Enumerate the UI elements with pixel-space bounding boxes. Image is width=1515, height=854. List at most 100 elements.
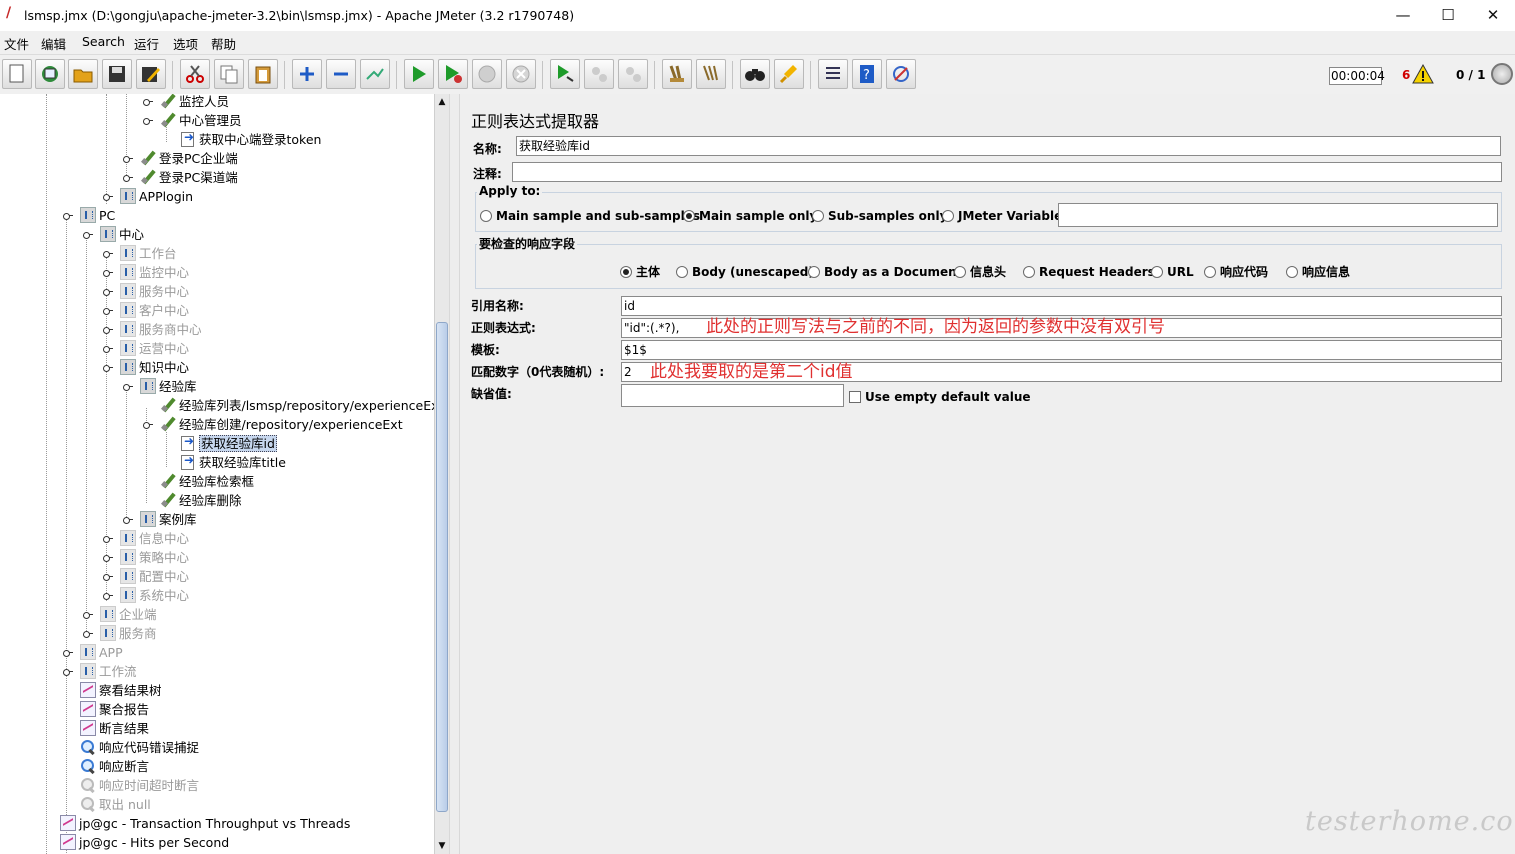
tree-node[interactable]: 经验库列表/lsmsp/repository/experienceExt <box>160 396 434 415</box>
tree-expander-icon[interactable] <box>103 572 113 581</box>
collapse-all-icon[interactable] <box>326 59 356 89</box>
tree-node[interactable]: 企业端 <box>100 605 157 624</box>
tree-node[interactable]: jp@gc - Hits per Second <box>60 833 229 852</box>
tree-node[interactable]: 获取中心端登录token <box>180 128 321 149</box>
tree-expander-icon[interactable] <box>103 249 113 258</box>
scroll-up-icon[interactable]: ▲ <box>435 95 449 109</box>
tree-node[interactable]: 服务商中心 <box>120 320 202 339</box>
tree-node[interactable]: 取出 null <box>80 795 151 814</box>
menu-edit[interactable]: 编辑 <box>41 34 66 53</box>
warning-icon[interactable] <box>1412 64 1434 84</box>
radio-body-as-document[interactable]: Body as a Document <box>808 264 962 280</box>
radio-url[interactable]: URL <box>1151 264 1194 280</box>
tree-node[interactable]: 经验库检索框 <box>160 472 254 491</box>
tree-expander-icon[interactable] <box>143 420 153 429</box>
shutdown-icon[interactable] <box>506 59 536 89</box>
tree-expander-icon[interactable] <box>103 268 113 277</box>
tree-node[interactable]: 察看结果树 <box>80 681 162 700</box>
menu-run[interactable]: 运行 <box>134 34 159 53</box>
templates-icon[interactable] <box>35 59 65 89</box>
tree-node[interactable]: 运营中心 <box>120 339 189 358</box>
radio-response-message[interactable]: 响应信息 <box>1286 264 1350 280</box>
save-as-icon[interactable] <box>136 59 166 89</box>
save-icon[interactable] <box>102 59 132 89</box>
radio-sub-only[interactable]: Sub-samples only <box>812 208 947 224</box>
menu-search[interactable]: Search <box>82 34 125 49</box>
tree-node[interactable]: 策略中心 <box>120 548 189 567</box>
menu-file[interactable]: 文件 <box>4 34 29 53</box>
toggle-icon[interactable] <box>360 59 390 89</box>
radio-body[interactable]: 主体 <box>620 264 660 280</box>
tree-node[interactable]: APP <box>80 643 123 662</box>
start-no-pause-icon[interactable] <box>438 59 468 89</box>
scroll-thumb[interactable] <box>436 322 448 812</box>
tree-expander-icon[interactable] <box>103 287 113 296</box>
use-empty-default-checkbox[interactable]: Use empty default value <box>849 389 1031 405</box>
tree-node[interactable]: 服务中心 <box>120 282 189 301</box>
tree-node[interactable]: 经验库创建/repository/experienceExt <box>160 415 403 434</box>
tree-scrollbar[interactable]: ▲ ▼ <box>434 94 449 854</box>
tree-node[interactable]: 断言结果 <box>80 719 149 738</box>
tree-node[interactable]: 监控中心 <box>120 263 189 282</box>
tree-node[interactable]: 知识中心 <box>120 358 189 377</box>
tree-expander-icon[interactable] <box>83 610 93 619</box>
tree-node[interactable]: 客户中心 <box>120 301 189 320</box>
tree-expander-icon[interactable] <box>123 515 133 524</box>
copy-icon[interactable] <box>214 59 244 89</box>
tree-node[interactable]: PC <box>80 206 115 225</box>
radio-headers[interactable]: 信息头 <box>954 264 1006 280</box>
menu-options[interactable]: 选项 <box>173 34 198 53</box>
cut-icon[interactable] <box>180 59 210 89</box>
tree-node[interactable]: 案例库 <box>140 510 197 529</box>
open-icon[interactable] <box>68 59 98 89</box>
radio-main-and-sub[interactable]: Main sample and sub-samples <box>480 208 700 224</box>
tree-node[interactable]: APPlogin <box>120 187 193 206</box>
radio-jmeter-variable[interactable]: JMeter Variable <box>942 208 1062 224</box>
tree-expander-icon[interactable] <box>143 97 153 106</box>
function-helper-icon[interactable] <box>818 59 848 89</box>
stop-icon[interactable] <box>472 59 502 89</box>
maximize-button[interactable]: ☐ <box>1425 0 1471 31</box>
tree-expander-icon[interactable] <box>123 382 133 391</box>
reset-search-icon[interactable] <box>774 59 804 89</box>
tree-node[interactable]: 中心管理员 <box>160 111 242 130</box>
tree-expander-icon[interactable] <box>103 325 113 334</box>
comment-field[interactable] <box>512 162 1502 182</box>
jmeter-variable-field[interactable] <box>1058 203 1498 227</box>
start-icon[interactable] <box>404 59 434 89</box>
tree-node[interactable]: 系统中心 <box>120 586 189 605</box>
remote-shutdown-icon[interactable] <box>618 59 648 89</box>
new-icon[interactable] <box>2 59 32 89</box>
name-field[interactable]: 获取经验库id <box>516 136 1501 156</box>
tree-expander-icon[interactable] <box>103 306 113 315</box>
tree-node[interactable]: 经验库 <box>140 377 197 396</box>
expand-all-icon[interactable] <box>292 59 322 89</box>
tree-node[interactable]: 登录PC渠道端 <box>140 168 238 187</box>
radio-body-unescaped[interactable]: Body (unescaped) <box>676 264 814 280</box>
log-viewer-icon[interactable] <box>886 59 916 89</box>
tree-node[interactable]: 工作台 <box>120 244 177 263</box>
tree-expander-icon[interactable] <box>83 230 93 239</box>
tree-expander-icon[interactable] <box>123 154 133 163</box>
tree-node[interactable]: jp@gc - Transaction Throughput vs Thread… <box>60 814 350 833</box>
tree-expander-icon[interactable] <box>63 211 73 220</box>
tree-expander-icon[interactable] <box>63 648 73 657</box>
tree-expander-icon[interactable] <box>83 629 93 638</box>
tree-expander-icon[interactable] <box>143 116 153 125</box>
tree-expander-icon[interactable] <box>123 173 133 182</box>
tree-node[interactable]: 响应时间超时断言 <box>80 776 199 795</box>
tree-node[interactable]: 信息中心 <box>120 529 189 548</box>
tree-expander-icon[interactable] <box>103 553 113 562</box>
tree-expander-icon[interactable] <box>103 192 113 201</box>
tree-node[interactable]: 聚合报告 <box>80 700 149 719</box>
radio-response-code[interactable]: 响应代码 <box>1204 264 1268 280</box>
tree-node[interactable]: 响应代码错误捕捉 <box>80 738 199 757</box>
clear-all-icon[interactable] <box>696 59 726 89</box>
tree-node[interactable]: 服务商 <box>100 624 157 643</box>
tree-node[interactable]: 响应断言 <box>80 757 149 776</box>
tree-expander-icon[interactable] <box>103 534 113 543</box>
template-field[interactable]: $1$ <box>621 340 1502 360</box>
tree-node[interactable]: 中心 <box>100 225 144 244</box>
clear-icon[interactable] <box>662 59 692 89</box>
scroll-down-icon[interactable]: ▼ <box>435 839 449 853</box>
